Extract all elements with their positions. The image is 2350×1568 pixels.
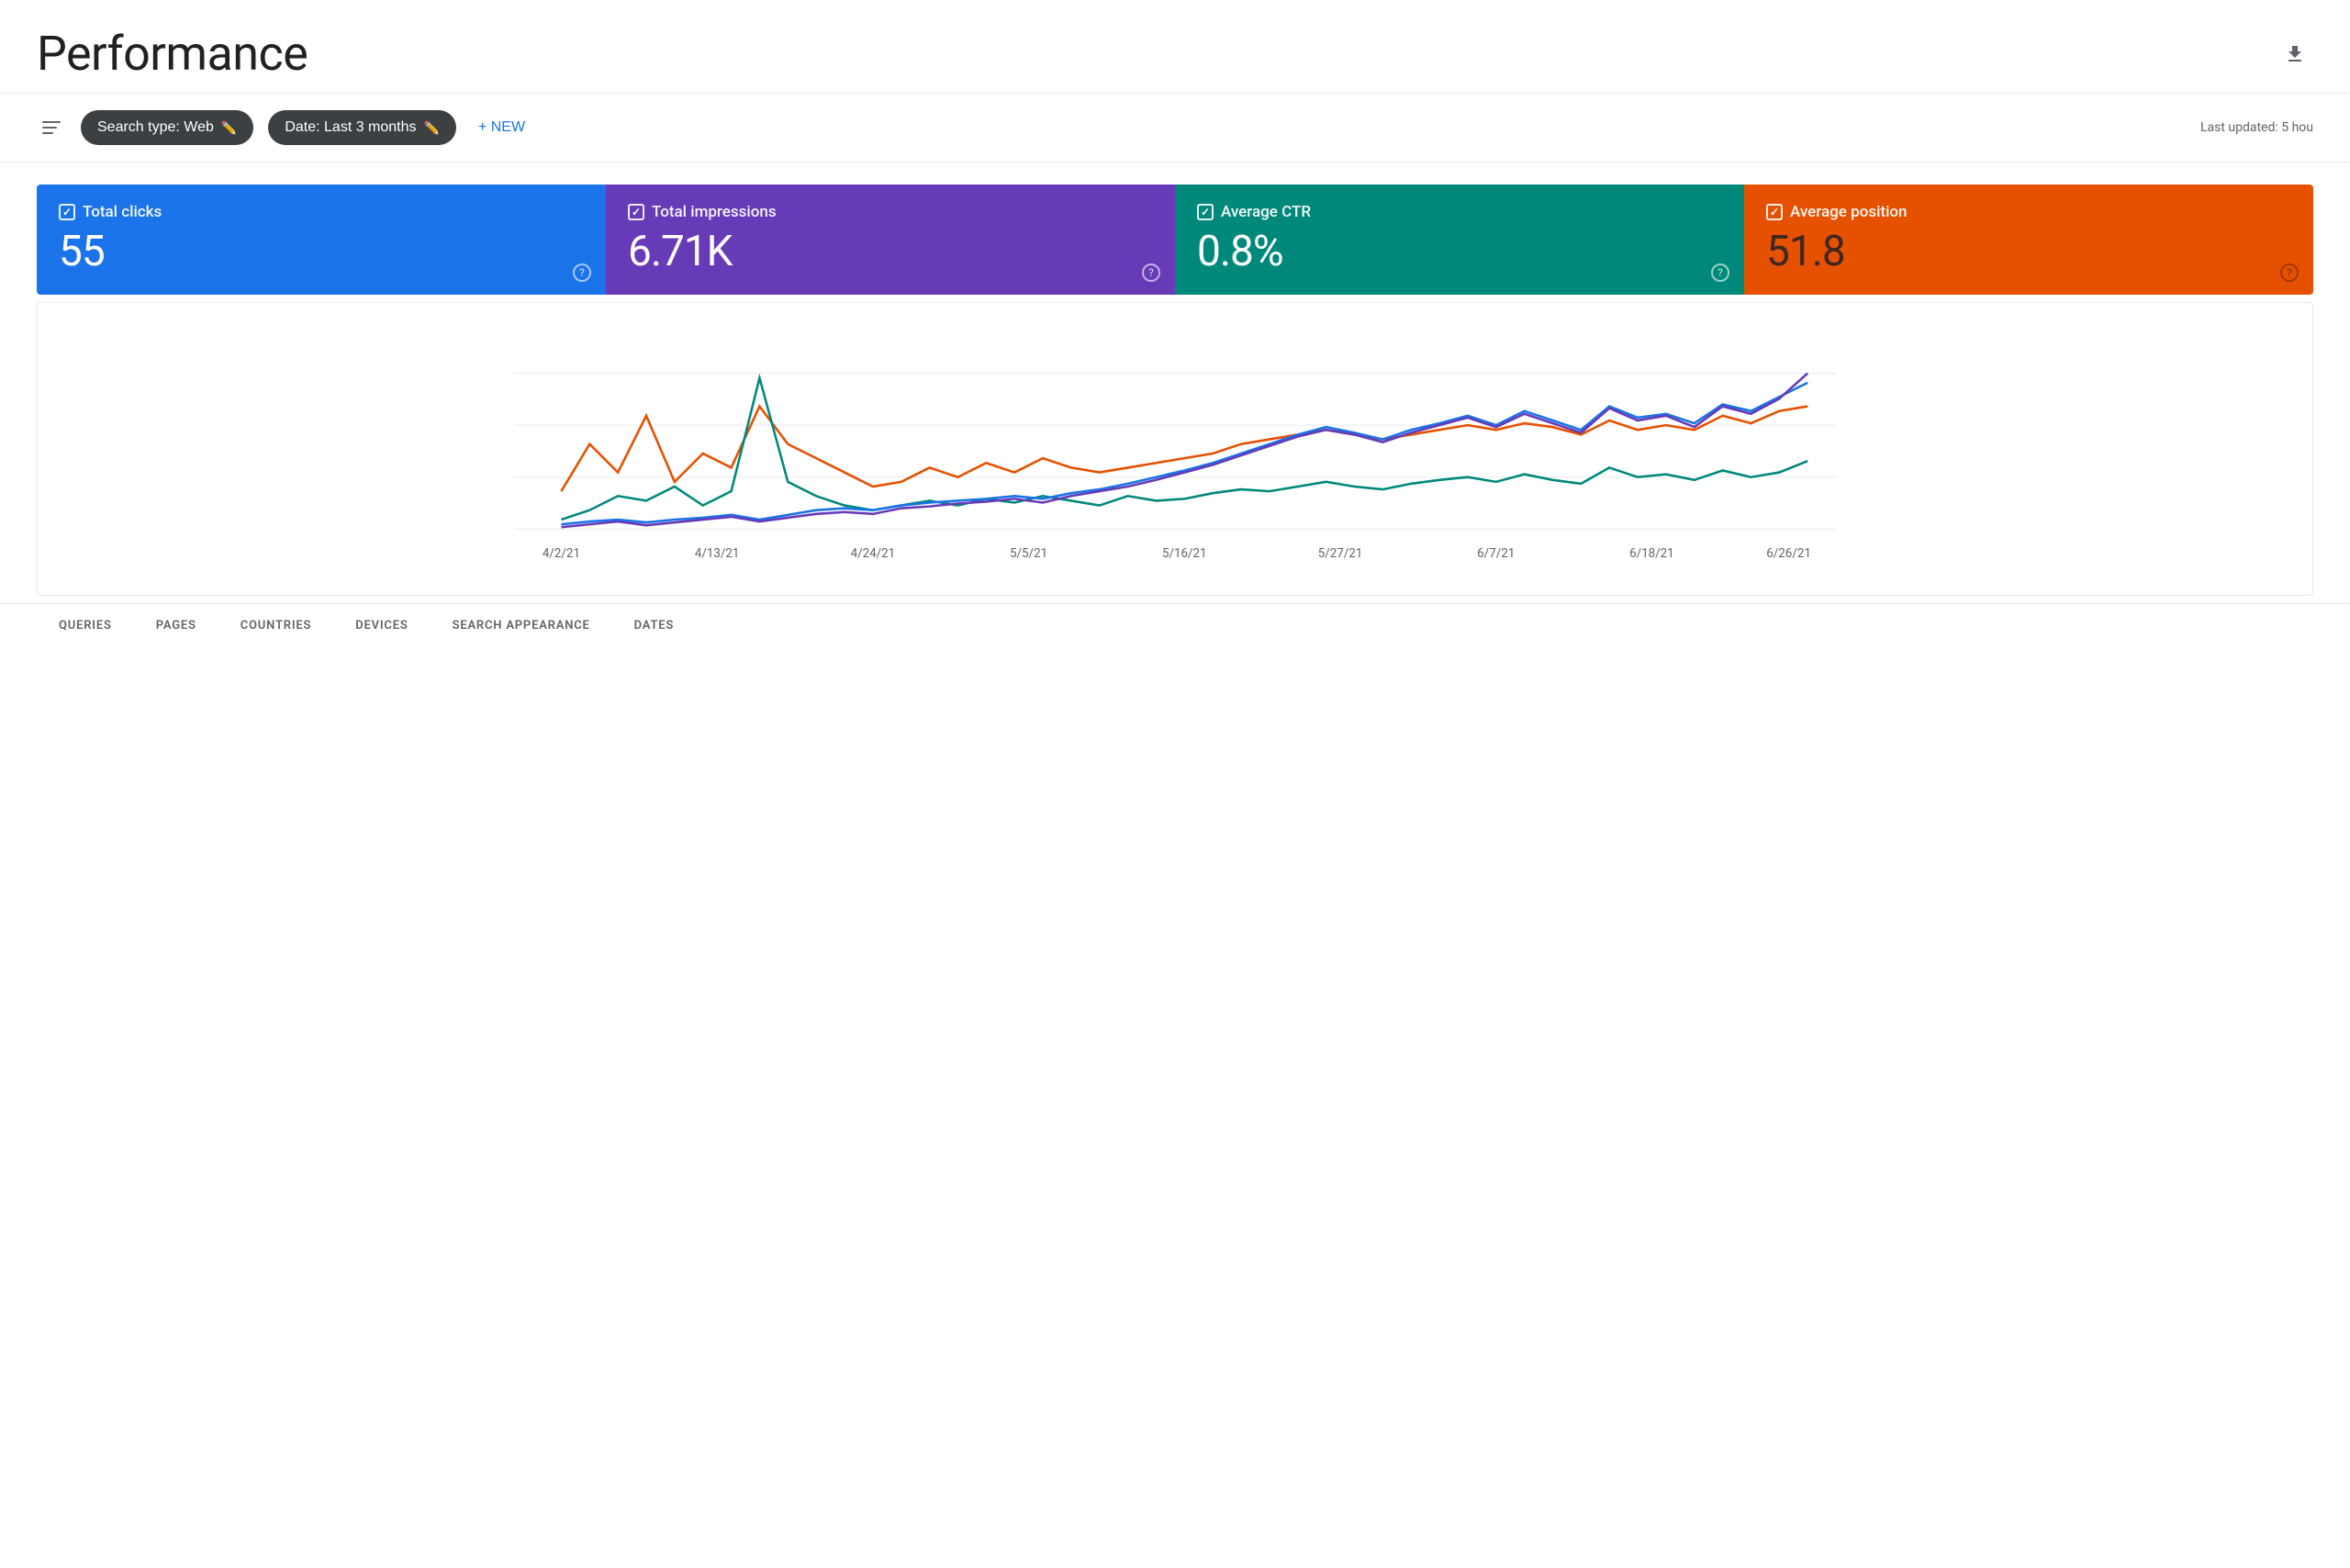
position-checkbox[interactable] <box>1766 204 1783 220</box>
page-wrapper: Performance Search type: Web ✏️ Date: La… <box>0 0 2350 1568</box>
clicks-label: Total clicks <box>83 203 162 221</box>
svg-text:6/7/21: 6/7/21 <box>1477 547 1515 561</box>
tab-countries[interactable]: COUNTRIES <box>218 604 333 650</box>
performance-chart: 4/2/21 4/13/21 4/24/21 5/5/21 5/16/21 5/… <box>56 321 2294 586</box>
download-icon <box>2284 43 2306 65</box>
last-updated-text: Last updated: 5 hou <box>2200 120 2313 135</box>
search-type-chip[interactable]: Search type: Web ✏️ <box>81 110 253 145</box>
impressions-checkbox[interactable] <box>628 204 644 220</box>
toolbar-section: Search type: Web ✏️ Date: Last 3 months … <box>0 94 2350 162</box>
metrics-section: Total clicks 55 ? Total impressions 6.71… <box>0 185 2350 295</box>
clicks-checkbox[interactable] <box>59 204 75 220</box>
page-title: Performance <box>37 26 308 82</box>
clicks-help-icon[interactable]: ? <box>573 263 591 282</box>
new-button-label: + NEW <box>478 119 525 136</box>
metric-header-position: Average position <box>1766 203 2291 221</box>
filter-icon <box>42 121 61 134</box>
position-label: Average position <box>1790 203 1908 221</box>
clicks-value: 55 <box>59 229 584 275</box>
metric-header-impressions: Total impressions <box>628 203 1153 221</box>
header-section: Performance <box>0 0 2350 94</box>
ctr-help-icon[interactable]: ? <box>1711 263 1729 282</box>
chart-container: 4/2/21 4/13/21 4/24/21 5/5/21 5/16/21 5/… <box>37 302 2313 596</box>
tab-devices[interactable]: DEVICES <box>333 604 430 650</box>
ctr-label: Average CTR <box>1221 203 1311 221</box>
metric-card-ctr[interactable]: Average CTR 0.8% ? <box>1175 185 1744 295</box>
metric-header-clicks: Total clicks <box>59 203 584 221</box>
impressions-help-icon[interactable]: ? <box>1142 263 1160 282</box>
svg-text:4/24/21: 4/24/21 <box>851 547 896 561</box>
date-range-chip[interactable]: Date: Last 3 months ✏️ <box>268 110 456 145</box>
new-button[interactable]: + NEW <box>471 110 532 145</box>
svg-text:4/13/21: 4/13/21 <box>695 547 740 561</box>
filter-button[interactable] <box>37 116 66 140</box>
svg-text:5/16/21: 5/16/21 <box>1162 547 1207 561</box>
impressions-label: Total impressions <box>652 203 777 221</box>
tab-queries[interactable]: QUERIES <box>37 604 134 650</box>
download-button[interactable] <box>2277 36 2313 73</box>
metric-card-clicks[interactable]: Total clicks 55 ? <box>37 185 606 295</box>
ctr-value: 0.8% <box>1197 229 1722 275</box>
tab-dates[interactable]: DATES <box>612 604 696 650</box>
tab-search-appearance[interactable]: SEARCH APPEARANCE <box>431 604 612 650</box>
metric-card-position[interactable]: Average position 51.8 ? <box>1744 185 2313 295</box>
date-range-label: Date: Last 3 months <box>285 119 416 136</box>
position-help-icon[interactable]: ? <box>2280 263 2299 282</box>
svg-text:5/5/21: 5/5/21 <box>1010 547 1047 561</box>
svg-text:5/27/21: 5/27/21 <box>1318 547 1363 561</box>
svg-text:6/18/21: 6/18/21 <box>1629 547 1674 561</box>
metric-card-impressions[interactable]: Total impressions 6.71K ? <box>606 185 1175 295</box>
chart-section: 4/2/21 4/13/21 4/24/21 5/5/21 5/16/21 5/… <box>0 295 2350 596</box>
metric-header-ctr: Average CTR <box>1197 203 1722 221</box>
svg-text:6/26/21: 6/26/21 <box>1766 547 1811 561</box>
edit-date-icon: ✏️ <box>424 120 440 136</box>
ctr-checkbox[interactable] <box>1197 204 1214 220</box>
metrics-cards: Total clicks 55 ? Total impressions 6.71… <box>37 185 2313 295</box>
svg-text:4/2/21: 4/2/21 <box>543 547 580 561</box>
search-type-label: Search type: Web <box>97 119 214 136</box>
edit-icon: ✏️ <box>221 120 237 136</box>
bottom-tabs: QUERIES PAGES COUNTRIES DEVICES SEARCH A… <box>0 603 2350 650</box>
position-value: 51.8 <box>1766 229 2291 275</box>
tab-pages[interactable]: PAGES <box>134 604 218 650</box>
impressions-value: 6.71K <box>628 229 1153 275</box>
